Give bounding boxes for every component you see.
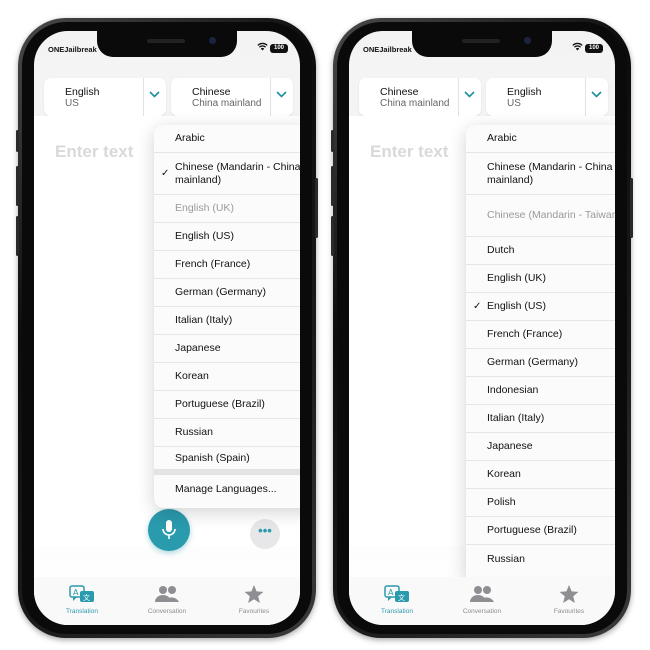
svg-text:A: A	[73, 588, 79, 597]
target-language-name: English	[507, 86, 542, 98]
more-options-button[interactable]: •••	[250, 519, 280, 549]
microphone-button[interactable]	[148, 509, 190, 551]
source-language-selector[interactable]: English US	[44, 78, 166, 116]
wifi-icon	[572, 42, 583, 54]
target-language-region: US	[507, 98, 521, 109]
tab-conversation[interactable]: Conversation	[442, 585, 522, 615]
tab-translation[interactable]: A文 Translation	[42, 585, 122, 615]
star-icon	[529, 585, 609, 605]
target-language-selector[interactable]: English US	[486, 78, 608, 116]
menu-item[interactable]: Italian (Italy)	[466, 405, 615, 433]
volume-down-button	[331, 216, 334, 256]
chevron-down-icon[interactable]	[149, 89, 160, 101]
menu-item[interactable]: German (Germany)	[466, 349, 615, 377]
chevron-down-icon[interactable]	[276, 89, 287, 101]
menu-item[interactable]: Korean	[154, 363, 300, 391]
checkmark-icon: ✓	[161, 168, 170, 179]
translation-icon: A文	[42, 585, 122, 605]
checkmark-icon: ✓	[473, 301, 482, 312]
volume-up-button	[331, 166, 334, 206]
language-dropdown-menu: Arabic Chinese (Mandarin - China mainlan…	[466, 125, 615, 585]
tab-favourites[interactable]: Favourites	[529, 585, 609, 615]
battery-icon: 100	[585, 44, 603, 53]
menu-item[interactable]: Spanish (Spain)	[154, 447, 300, 475]
translation-icon: A文	[357, 585, 437, 605]
mute-switch	[331, 130, 334, 152]
language-bar: Chinese China mainland English US	[359, 78, 608, 116]
conversation-icon	[127, 585, 207, 605]
menu-item[interactable]: French (France)	[154, 251, 300, 279]
tab-translation[interactable]: A文 Translation	[357, 585, 437, 615]
carrier-label: ONEJailbreak	[363, 45, 412, 54]
menu-item[interactable]: ✓ Chinese (Mandarin - China mainland)	[154, 153, 300, 195]
menu-item[interactable]: Russian	[466, 545, 615, 573]
side-button	[630, 178, 633, 238]
manage-languages-item[interactable]: Manage Languages...	[154, 475, 300, 503]
menu-item[interactable]: Russian	[154, 419, 300, 447]
menu-item: English (UK)	[154, 195, 300, 223]
target-language-region: China mainland	[192, 98, 262, 109]
volume-up-button	[16, 166, 19, 206]
target-language-selector[interactable]: Chinese China mainland	[171, 78, 293, 116]
source-language-name: English	[65, 86, 100, 98]
svg-text:文: 文	[398, 593, 405, 602]
menu-item[interactable]: Japanese	[154, 335, 300, 363]
svg-text:文: 文	[83, 593, 90, 602]
language-bar: English US Chinese China mainland	[44, 78, 293, 116]
tab-bar: A文 Translation Conversation Favourites	[349, 577, 615, 625]
screen: ONEJailbreak 100 Chinese China mainland …	[349, 31, 615, 625]
svg-text:A: A	[388, 588, 394, 597]
menu-item[interactable]: Chinese (Mandarin - China mainland)	[466, 153, 615, 195]
menu-item[interactable]: Arabic	[154, 125, 300, 153]
input-placeholder: Enter text	[370, 142, 449, 161]
menu-item[interactable]: Arabic	[466, 125, 615, 153]
notch	[97, 31, 237, 57]
menu-item[interactable]: English (US)	[154, 223, 300, 251]
menu-item: Chinese (Mandarin - Taiwan)	[466, 195, 615, 237]
star-icon	[214, 585, 294, 605]
source-language-selector[interactable]: Chinese China mainland	[359, 78, 481, 116]
chevron-down-icon[interactable]	[591, 89, 602, 101]
carrier-label: ONEJailbreak	[48, 45, 97, 54]
menu-item[interactable]: Portuguese (Brazil)	[154, 391, 300, 419]
menu-item[interactable]: French (France)	[466, 321, 615, 349]
language-dropdown-menu: Arabic ✓ Chinese (Mandarin - China mainla…	[154, 125, 300, 508]
menu-item[interactable]: Portuguese (Brazil)	[466, 517, 615, 545]
menu-item[interactable]: Dutch	[466, 237, 615, 265]
conversation-icon	[442, 585, 522, 605]
tab-favourites[interactable]: Favourites	[214, 585, 294, 615]
menu-item[interactable]: Italian (Italy)	[154, 307, 300, 335]
phone-left: ONEJailbreak 100 English US Chinese Chin…	[16, 18, 318, 638]
menu-item[interactable]: Polish	[466, 489, 615, 517]
menu-item[interactable]: ✓ English (US)	[466, 293, 615, 321]
screen: ONEJailbreak 100 English US Chinese Chin…	[34, 31, 300, 625]
chevron-down-icon[interactable]	[464, 89, 475, 101]
menu-item[interactable]: English (UK)	[466, 265, 615, 293]
microphone-icon	[162, 520, 176, 539]
menu-item[interactable]: Japanese	[466, 433, 615, 461]
tab-conversation[interactable]: Conversation	[127, 585, 207, 615]
input-placeholder: Enter text	[55, 142, 134, 161]
mute-switch	[16, 130, 19, 152]
notch	[412, 31, 552, 57]
battery-icon: 100	[270, 44, 288, 53]
target-language-name: Chinese	[192, 86, 231, 98]
wifi-icon	[257, 42, 268, 54]
menu-item[interactable]: Indonesian	[466, 377, 615, 405]
source-language-name: Chinese	[380, 86, 419, 98]
side-button	[315, 178, 318, 238]
tab-bar: A文 Translation Conversation Favourites	[34, 577, 300, 625]
phone-right: ONEJailbreak 100 Chinese China mainland …	[331, 18, 633, 638]
volume-down-button	[16, 216, 19, 256]
source-language-region: US	[65, 98, 79, 109]
source-language-region: China mainland	[380, 98, 450, 109]
menu-item[interactable]: German (Germany)	[154, 279, 300, 307]
menu-item[interactable]: Korean	[466, 461, 615, 489]
